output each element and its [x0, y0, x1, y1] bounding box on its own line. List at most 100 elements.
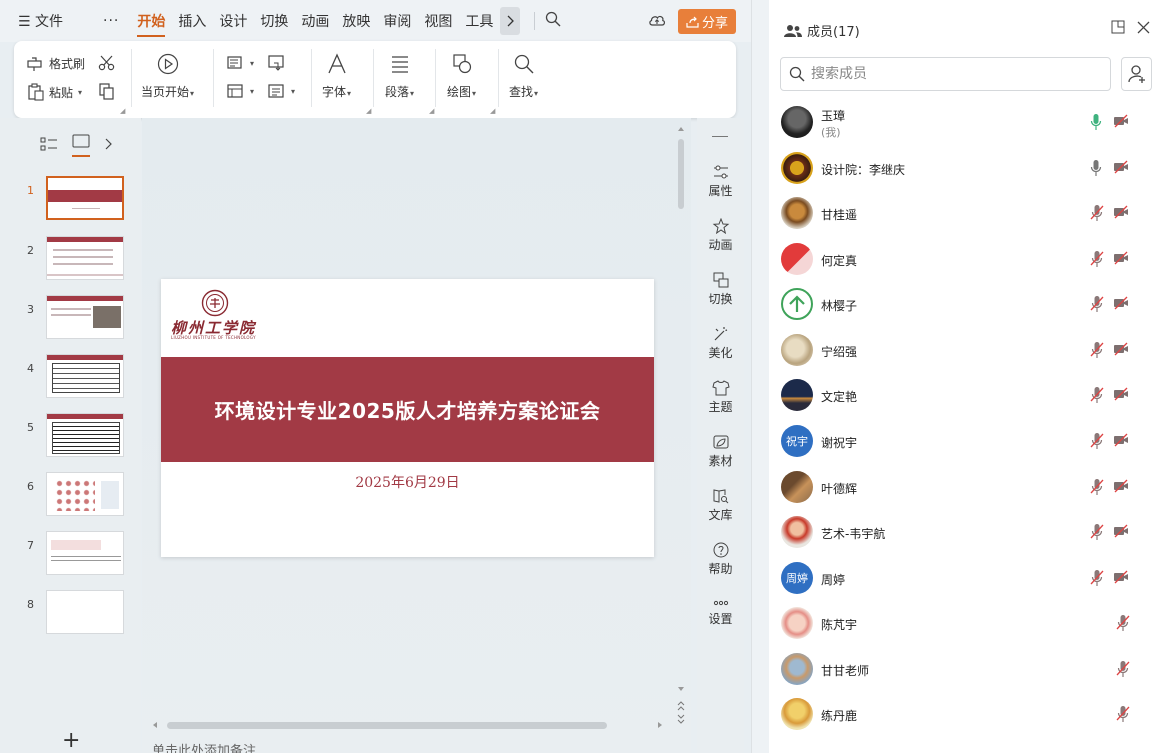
material-tool[interactable]: 素材	[697, 434, 744, 469]
member-row[interactable]: 艺术-韦宇航	[769, 510, 1161, 554]
scroll-right-icon	[658, 722, 662, 728]
horizontal-scrollbar[interactable]	[152, 721, 667, 729]
search-button[interactable]	[545, 11, 561, 31]
beautify-tool[interactable]: 美化	[697, 326, 744, 361]
drawing-dialog-launcher[interactable]: ◢	[490, 107, 495, 115]
slide-thumbnail-6[interactable]: 6	[0, 472, 141, 522]
thumbnail-view-tab[interactable]	[72, 134, 90, 157]
slide-thumbnail-1[interactable]: 1	[0, 176, 141, 226]
vertical-scrollbar[interactable]	[677, 126, 685, 726]
popout-button[interactable]	[1111, 20, 1125, 38]
section-button[interactable]: ▾	[268, 83, 295, 99]
transition-tool[interactable]: 切换	[697, 272, 744, 307]
member-search-box[interactable]	[780, 57, 1111, 91]
member-row[interactable]: 何定真	[769, 237, 1161, 281]
cloud-sync-button[interactable]	[648, 12, 666, 32]
member-row[interactable]: 叶德辉	[769, 465, 1161, 509]
camera-off-icon	[1114, 524, 1128, 538]
slide-preview	[46, 590, 124, 634]
more-menu[interactable]: ···	[103, 13, 119, 29]
slide-thumbnail-8[interactable]: 8	[0, 590, 141, 640]
format-painter-button[interactable]: 格式刷	[27, 55, 85, 72]
play-current-slide-button[interactable]: 当页开始▾	[141, 53, 194, 100]
tab-design[interactable]: 设计	[219, 11, 247, 31]
font-button[interactable]: 字体▾	[322, 53, 351, 100]
star-icon	[712, 218, 729, 234]
file-menu[interactable]: ☰ 文件	[18, 11, 63, 31]
member-row[interactable]: 周婷 周婷	[769, 556, 1161, 600]
tab-view[interactable]: 视图	[424, 11, 452, 31]
close-icon	[1137, 21, 1150, 33]
slide-thumbnail-3[interactable]: 3	[0, 295, 141, 345]
library-tool[interactable]: 文库	[697, 488, 744, 523]
member-row[interactable]: 甘桂遥	[769, 191, 1161, 235]
share-button[interactable]: 分享	[678, 9, 736, 34]
reset-slide-button[interactable]	[268, 55, 286, 71]
slide-number: 5	[27, 421, 34, 434]
notes-placeholder[interactable]: 单击此处添加备注	[152, 740, 256, 753]
tab-review[interactable]: 审阅	[383, 11, 411, 31]
slide-thumbnail-7[interactable]: 7	[0, 531, 141, 581]
slide-thumbnail-5[interactable]: 5	[0, 413, 141, 463]
member-row[interactable]: 玉璋 (我)	[769, 100, 1161, 144]
member-row[interactable]: 甘甘老师	[769, 647, 1161, 691]
slide-canvas: 柳州工学院 LIUZHOU INSTITUTE OF TECHNOLOGY 环境…	[142, 118, 691, 753]
member-name: 周婷	[821, 573, 846, 587]
mic-muted-icon	[1116, 615, 1130, 631]
cut-button[interactable]	[98, 55, 116, 71]
title-band: 环境设计专业2025版人才培养方案论证会	[161, 357, 654, 462]
collapse-strip-button[interactable]	[712, 136, 728, 137]
member-row[interactable]: 陈芃宇	[769, 601, 1161, 645]
paragraph-dialog-launcher[interactable]: ◢	[429, 107, 434, 115]
tab-transition[interactable]: 切换	[260, 11, 288, 31]
tab-animation[interactable]: 动画	[301, 11, 329, 31]
properties-tool[interactable]: 属性	[697, 164, 744, 199]
tab-tools[interactable]: 工具	[465, 11, 493, 31]
member-name: 艺术-韦宇航	[821, 527, 886, 541]
paste-label: 粘贴	[49, 85, 74, 100]
copy-button[interactable]	[98, 83, 116, 101]
font-dialog-launcher[interactable]: ◢	[366, 107, 371, 115]
paste-button[interactable]: 粘贴 ▾	[27, 83, 82, 101]
settings-tool[interactable]: 设置	[697, 598, 744, 627]
tab-home[interactable]: 开始	[137, 11, 166, 37]
avatar	[781, 471, 813, 503]
school-seal-logo	[201, 289, 229, 317]
slide-thumbnail-4[interactable]: 4	[0, 354, 141, 404]
tabs-scroll-right-button[interactable]	[500, 7, 521, 35]
add-slide-button[interactable]: +	[62, 728, 80, 753]
theme-tool[interactable]: 主题	[697, 380, 744, 415]
new-slide-button[interactable]: ▾	[227, 55, 254, 71]
animation-tool[interactable]: 动画	[697, 218, 744, 253]
current-slide[interactable]: 柳州工学院 LIUZHOU INSTITUTE OF TECHNOLOGY 环境…	[161, 279, 654, 557]
member-row[interactable]: 文定艳	[769, 373, 1161, 417]
member-row[interactable]: 祝宇 谢祝宇	[769, 419, 1161, 463]
slide-preview	[46, 531, 124, 575]
clipboard-dialog-launcher[interactable]: ◢	[120, 107, 125, 115]
outline-view-tab[interactable]	[40, 137, 58, 155]
invite-member-button[interactable]	[1121, 57, 1152, 91]
find-button[interactable]: 查找▾	[509, 53, 538, 100]
member-search-input[interactable]	[811, 66, 1091, 82]
help-tool[interactable]: 帮助	[697, 542, 744, 577]
paragraph-button[interactable]: 段落▾	[385, 53, 414, 100]
member-row[interactable]: 练丹鹿	[769, 692, 1161, 736]
vertical-scroll-thumb[interactable]	[678, 139, 684, 209]
avatar	[781, 197, 813, 229]
close-panel-button[interactable]	[1137, 21, 1150, 38]
slide-thumbnail-2[interactable]: 2	[0, 236, 141, 286]
member-row[interactable]: 设计院：李继庆	[769, 146, 1161, 190]
drawing-button[interactable]: 绘图▾	[447, 53, 476, 100]
member-row[interactable]: 林樱子	[769, 282, 1161, 326]
tab-slideshow[interactable]: 放映	[342, 11, 370, 31]
member-name: 林樱子	[821, 299, 858, 313]
tab-insert[interactable]: 插入	[178, 11, 206, 31]
avatar	[781, 243, 813, 275]
shirt-icon	[711, 380, 730, 396]
horizontal-scroll-thumb[interactable]	[167, 722, 607, 729]
pane-expand-button[interactable]	[104, 138, 112, 154]
member-name: 何定真	[821, 254, 858, 268]
slide-layout-button[interactable]: ▾	[227, 83, 254, 99]
prev-page-icon	[677, 701, 685, 711]
member-row[interactable]: 宁绍强	[769, 328, 1161, 372]
